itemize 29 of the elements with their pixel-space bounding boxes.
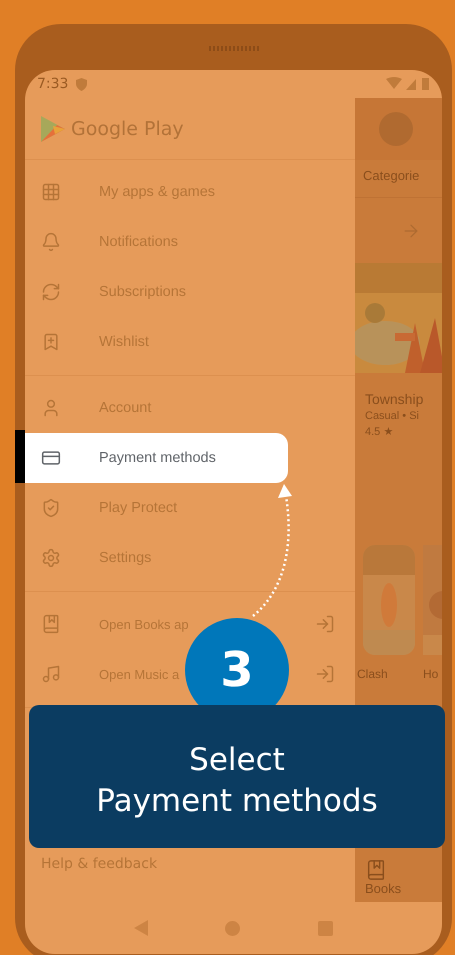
shield-icon — [76, 78, 88, 90]
settings-icon — [41, 548, 61, 568]
shield-icon — [41, 498, 61, 518]
arrow-into-box-icon — [315, 664, 335, 684]
back-icon[interactable] — [134, 920, 148, 936]
music-icon — [41, 664, 61, 684]
game-rating: 4.5 ★ — [365, 425, 394, 438]
play-logo-icon — [41, 116, 65, 142]
grid-icon — [41, 182, 61, 202]
nav-label[interactable]: Books — [365, 881, 402, 896]
bell-icon — [41, 232, 61, 252]
status-time: 7:33 — [37, 76, 68, 92]
recents-icon[interactable] — [318, 920, 334, 936]
tile-title: Ho — [423, 667, 440, 681]
home-icon[interactable] — [225, 920, 240, 936]
instruction-text: Select — [189, 741, 285, 780]
menu-item[interactable]: Payment methods — [25, 433, 288, 483]
game-title: Township — [365, 391, 424, 407]
book-icon — [41, 614, 61, 634]
arrow-into-box-icon — [315, 614, 335, 634]
signal-icon — [386, 77, 430, 91]
selection-indicator — [15, 430, 25, 483]
game-category: Casual • Si — [365, 410, 420, 422]
tile-title: Clash — [357, 667, 389, 681]
speaker-grille — [208, 46, 258, 51]
book-icon — [365, 859, 387, 881]
refresh-icon — [41, 282, 61, 302]
instruction-text: Payment methods — [96, 782, 378, 820]
tab-label[interactable]: Categorie — [355, 160, 442, 198]
